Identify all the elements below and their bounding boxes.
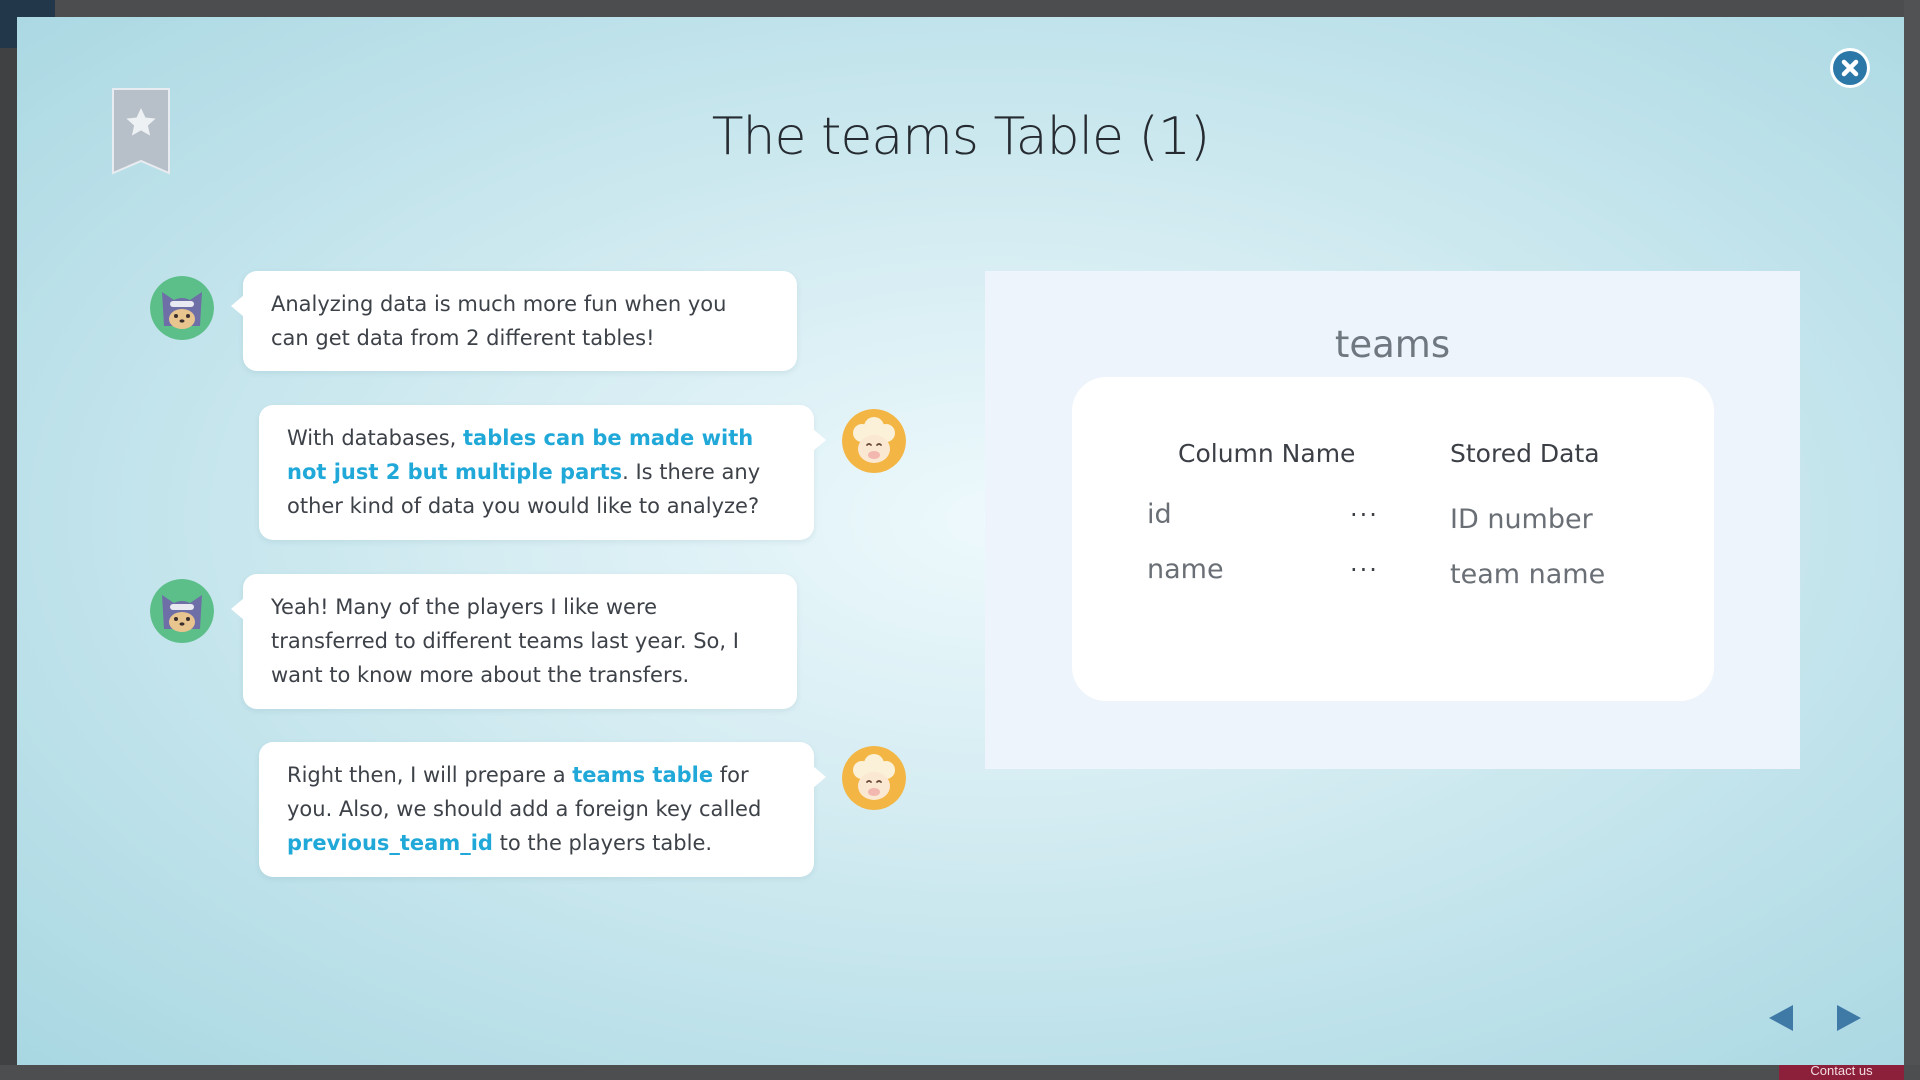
chat-bubble-2: With databases, tables can be made with …	[259, 405, 826, 540]
row-separator: ···	[1350, 556, 1379, 584]
chat-bubble-3: Yeah! Many of the players I like were tr…	[231, 574, 797, 709]
table-schema-card: Column Name Stored Data id ··· ID number…	[1072, 377, 1714, 701]
triangle-left-icon	[1769, 1005, 1793, 1031]
cat-avatar-icon	[150, 276, 214, 340]
row-name-column: name	[1147, 554, 1224, 585]
teams-table-panel: teams Column Name Stored Data id ··· ID …	[985, 271, 1800, 769]
message-highlight: previous_team_id	[287, 831, 493, 855]
table-title: teams	[1334, 323, 1451, 366]
background-page-sidebar	[0, 0, 17, 1080]
message-highlight: teams table	[572, 763, 714, 787]
cat-avatar-icon	[150, 579, 214, 643]
next-slide-button[interactable]	[1833, 1003, 1865, 1037]
message-text: Analyzing data is much more fun when you…	[271, 292, 727, 350]
triangle-right-icon	[1837, 1005, 1861, 1031]
message-text: to the players table.	[492, 831, 713, 855]
row-id-data: ID number	[1450, 504, 1593, 535]
previous-slide-button[interactable]	[1765, 1003, 1797, 1037]
close-button[interactable]	[1833, 51, 1867, 85]
background-page-topbar	[0, 0, 1920, 17]
slide-title: The teams Table (1)	[711, 107, 1210, 167]
row-id-column: id	[1147, 499, 1172, 530]
lesson-slide-modal: The teams Table (1) Analyzing data is mu…	[17, 17, 1904, 1065]
message-text: Right then, I will prepare a	[287, 763, 573, 787]
background-page-scrollbar	[1904, 0, 1920, 1080]
close-icon	[1841, 59, 1859, 77]
chat-bubble-4: Right then, I will prepare a teams table…	[259, 742, 826, 877]
sheep-avatar-icon	[842, 746, 906, 810]
sheep-avatar-icon	[842, 409, 906, 473]
row-name-data: team name	[1450, 559, 1606, 590]
chat-bubble-1: Analyzing data is much more fun when you…	[231, 271, 797, 371]
message-text: Yeah! Many of the players I like were tr…	[271, 595, 739, 687]
column-name-header: Column Name	[1178, 439, 1356, 468]
message-text: With databases,	[287, 426, 464, 450]
stored-data-header: Stored Data	[1450, 439, 1600, 468]
row-separator: ···	[1350, 501, 1379, 529]
background-page-bottombar	[0, 1065, 1920, 1080]
